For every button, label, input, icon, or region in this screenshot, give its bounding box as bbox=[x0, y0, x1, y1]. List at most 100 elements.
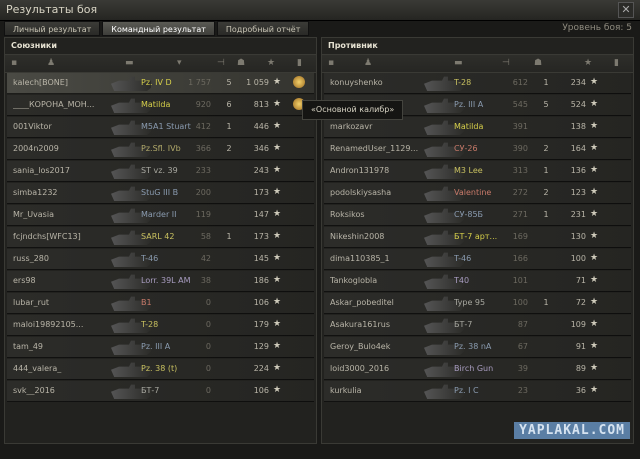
player-row[interactable]: ____КОРОНА_МОН... Matilda 920 6 813 ★ bbox=[7, 95, 314, 116]
frags-value: 6 bbox=[226, 100, 232, 109]
player-name[interactable]: Mr_Uvasia bbox=[13, 210, 113, 219]
medal-icon[interactable]: ▮ bbox=[614, 58, 619, 68]
window-titlebar: Результаты боя ✕ bbox=[0, 0, 640, 21]
player-row[interactable]: loid3000_2016 Birch Gun 39 89 ★ bbox=[324, 359, 631, 380]
player-name[interactable]: maloi19892105... bbox=[13, 320, 113, 329]
caliber-medal-icon[interactable] bbox=[293, 76, 305, 88]
player-row[interactable]: svk__2016 БТ-7 0 106 ★ bbox=[7, 381, 314, 402]
player-row[interactable]: 001Viktor M5A1 Stuart 412 1 446 ★ bbox=[7, 117, 314, 138]
player-name[interactable]: dima110385_1 bbox=[330, 254, 430, 263]
player-row[interactable]: konuyshenko T-28 612 1 234 ★ bbox=[324, 73, 631, 94]
player-row[interactable]: kurkulia Pz. I C 23 36 ★ bbox=[324, 381, 631, 402]
player-name[interactable]: fcjndchs[WFC13] bbox=[13, 232, 113, 241]
player-row[interactable]: russ_280 T-46 42 145 ★ bbox=[7, 249, 314, 270]
frags-icon[interactable]: ☗ bbox=[237, 58, 245, 68]
player-row[interactable]: ers98 Lorr. 39L AM 38 186 ★ bbox=[7, 271, 314, 292]
tab-detailed[interactable]: Подробный отчёт bbox=[216, 21, 310, 36]
player-name[interactable]: kalech[BONE] bbox=[13, 78, 113, 87]
player-name[interactable]: Roksikos bbox=[330, 210, 430, 219]
xp-value: 106 bbox=[253, 386, 269, 395]
player-name[interactable]: RenamedUser_1129... bbox=[330, 144, 430, 153]
tank-icon[interactable]: ▬ bbox=[454, 58, 463, 68]
player-name[interactable]: loid3000_2016 bbox=[330, 364, 430, 373]
player-name[interactable]: ers98 bbox=[13, 276, 113, 285]
player-name[interactable]: 2004n2009 bbox=[13, 144, 113, 153]
player-row[interactable]: 2004n2009 Pz.Sfl. IVb 366 2 346 ★ bbox=[7, 139, 314, 160]
player-row[interactable]: Asakura161rus БТ-7 87 109 ★ bbox=[324, 315, 631, 336]
close-icon[interactable]: ✕ bbox=[618, 2, 634, 18]
damage-value: 612 bbox=[512, 78, 528, 87]
sort-arrow-icon[interactable]: ▾ bbox=[177, 58, 182, 68]
player-name[interactable]: svk__2016 bbox=[13, 386, 113, 395]
damage-value: 391 bbox=[512, 122, 528, 131]
player-name[interactable]: 001Viktor bbox=[13, 122, 113, 131]
tab-personal[interactable]: Личный результат bbox=[4, 21, 101, 36]
player-row[interactable]: sania_los2017 ST vz. 39 233 243 ★ bbox=[7, 161, 314, 182]
player-name[interactable]: Asakura161rus bbox=[330, 320, 430, 329]
star-icon: ★ bbox=[590, 319, 599, 329]
player-row[interactable]: podolskiysasha Valentine 272 2 123 ★ bbox=[324, 183, 631, 204]
player-row[interactable]: Mr_Uvasia Marder II 119 147 ★ bbox=[7, 205, 314, 226]
player-name[interactable]: markozavr bbox=[330, 122, 430, 131]
player-name[interactable]: Askar_pobeditel bbox=[330, 298, 430, 307]
xp-value: 72 bbox=[575, 298, 586, 307]
player-name[interactable]: Andron131978 bbox=[330, 166, 430, 175]
frags-value: 2 bbox=[543, 188, 549, 197]
frags-value: 1 bbox=[226, 122, 232, 131]
player-row[interactable]: Nikeshin2008 БТ-7 арт... 169 130 ★ bbox=[324, 227, 631, 248]
damage-icon[interactable]: ⊣ bbox=[502, 58, 510, 68]
damage-value: 0 bbox=[205, 386, 211, 395]
medal-icon[interactable]: ▮ bbox=[297, 58, 302, 68]
player-name[interactable]: russ_280 bbox=[13, 254, 113, 263]
player-row[interactable]: tam_49 Pz. III A 0 129 ★ bbox=[7, 337, 314, 358]
tab-team[interactable]: Командный результат bbox=[102, 21, 215, 36]
player-row[interactable]: Andron131978 M3 Lee 313 1 136 ★ bbox=[324, 161, 631, 182]
player-name[interactable]: lubar_rut bbox=[13, 298, 113, 307]
player-icon[interactable]: ♟ bbox=[47, 58, 55, 68]
xp-value: 1 059 bbox=[246, 78, 269, 87]
xp-value: 136 bbox=[570, 166, 586, 175]
player-row[interactable]: fcjndchs[WFC13] SARL 42 58 1 173 ★ bbox=[7, 227, 314, 248]
xp-value: 179 bbox=[253, 320, 269, 329]
player-row[interactable]: dima110385_1 T-46 166 100 ★ bbox=[324, 249, 631, 270]
player-name[interactable]: Nikeshin2008 bbox=[330, 232, 430, 241]
player-icon[interactable]: ♟ bbox=[364, 58, 372, 68]
player-name[interactable]: konuyshenko bbox=[330, 78, 430, 87]
tank-icon[interactable]: ▬ bbox=[125, 58, 134, 68]
player-name[interactable]: 444_valera_ bbox=[13, 364, 113, 373]
damage-icon[interactable]: ⊣ bbox=[217, 58, 225, 68]
xp-star-icon[interactable]: ★ bbox=[584, 58, 592, 68]
star-icon: ★ bbox=[273, 363, 282, 373]
xp-value: 346 bbox=[253, 144, 269, 153]
player-row[interactable]: lubar_rut B1 0 106 ★ bbox=[7, 293, 314, 314]
player-name[interactable]: simba1232 bbox=[13, 188, 113, 197]
xp-value: 71 bbox=[575, 276, 586, 285]
frags-value: 2 bbox=[226, 144, 232, 153]
player-row[interactable]: Tankoglobla T40 101 71 ★ bbox=[324, 271, 631, 292]
player-name[interactable]: Tankoglobla bbox=[330, 276, 430, 285]
player-name[interactable]: tam_49 bbox=[13, 342, 113, 351]
player-name[interactable]: ____КОРОНА_МОН... bbox=[13, 100, 113, 109]
frags-icon[interactable]: ☗ bbox=[534, 58, 542, 68]
player-row[interactable]: markozavr Matilda 391 138 ★ bbox=[324, 117, 631, 138]
player-row[interactable]: Roksikos СУ-85Б 271 1 231 ★ bbox=[324, 205, 631, 226]
player-row[interactable]: maloi19892105... T-28 0 179 ★ bbox=[7, 315, 314, 336]
player-name[interactable]: podolskiysasha bbox=[330, 188, 430, 197]
squad-icon[interactable]: ▪ bbox=[328, 58, 334, 68]
star-icon: ★ bbox=[273, 187, 282, 197]
player-row[interactable]: Askar_pobeditel Type 95 100 1 72 ★ bbox=[324, 293, 631, 314]
player-name[interactable]: kurkulia bbox=[330, 386, 430, 395]
player-row[interactable]: simba1232 StuG III B 200 173 ★ bbox=[7, 183, 314, 204]
damage-value: 166 bbox=[512, 254, 528, 263]
player-name[interactable]: sania_los2017 bbox=[13, 166, 113, 175]
player-row[interactable]: RenamedUser_1129... СУ-26 390 2 164 ★ bbox=[324, 139, 631, 160]
xp-value: 138 bbox=[570, 122, 586, 131]
xp-value: 129 bbox=[253, 342, 269, 351]
squad-icon[interactable]: ▪ bbox=[11, 58, 17, 68]
player-name[interactable]: Gerоy_Bulo4ek bbox=[330, 342, 430, 351]
star-icon: ★ bbox=[590, 209, 599, 219]
xp-star-icon[interactable]: ★ bbox=[267, 58, 275, 68]
player-row[interactable]: kalech[BONE] Pz. IV D1 757 5 1 059 ★ bbox=[7, 73, 314, 94]
player-row[interactable]: 444_valera_ Pz. 38 (t) 0 224 ★ bbox=[7, 359, 314, 380]
player-row[interactable]: Gerоy_Bulo4ek Pz. 38 nA 67 91 ★ bbox=[324, 337, 631, 358]
